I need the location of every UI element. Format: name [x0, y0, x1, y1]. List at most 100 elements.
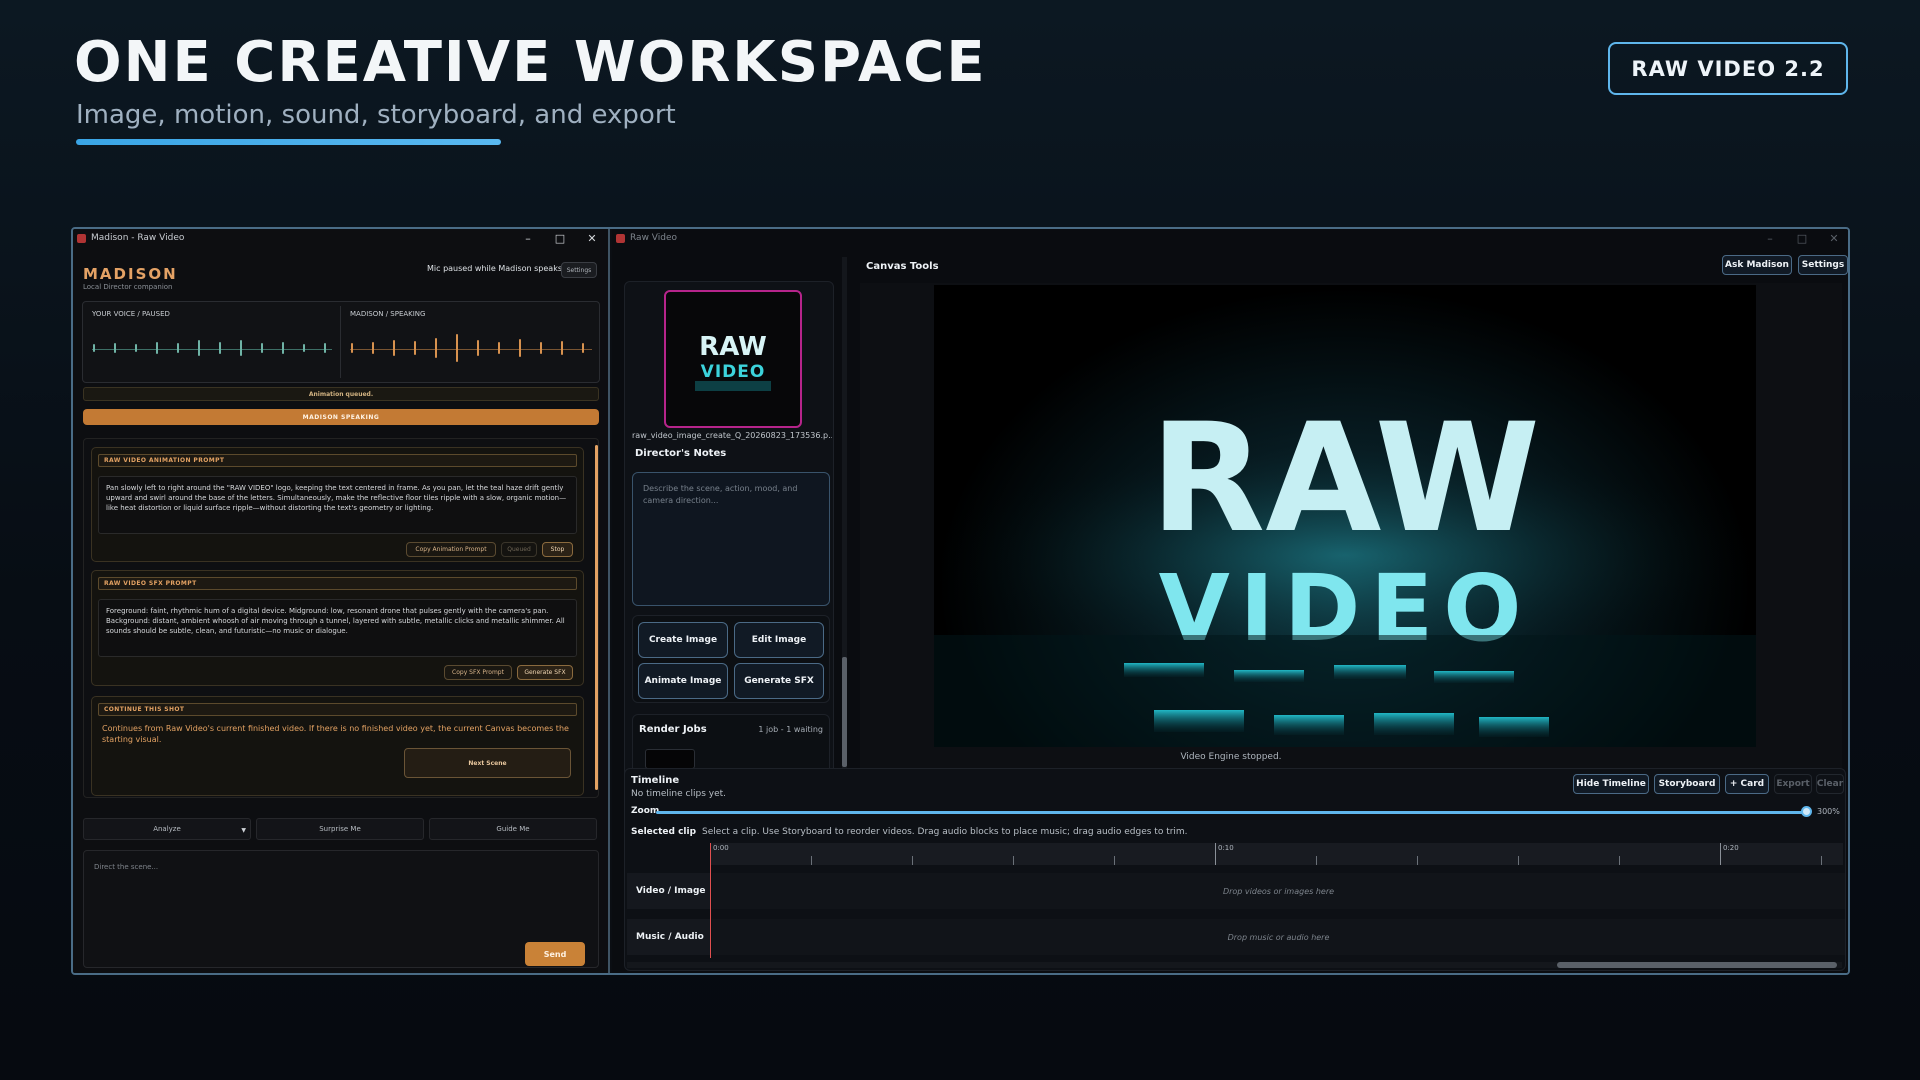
selected-clip-hint: Select a clip. Use Storyboard to reorder… — [702, 827, 1188, 837]
animation-prompt-card: RAW VIDEO ANIMATION PROMPT Pan slowly le… — [91, 447, 584, 562]
app-icon — [77, 233, 86, 243]
queued-button: Queued — [501, 542, 537, 557]
scene-panel-scrollbar[interactable] — [842, 257, 847, 804]
voice-meter-panel: YOUR VOICE / PAUSED MADISON / SPEAKING — [82, 301, 600, 383]
raw-video-logo-preview: RAW VIDEO — [934, 392, 1756, 747]
raw-video-titlebar: Raw Video – □ ✕ — [612, 229, 1848, 247]
music-audio-track: Music / Audio Drop music or audio here — [627, 919, 1845, 955]
directors-notes-label: Director's Notes — [635, 448, 727, 459]
thumbnail-logo-top: RAW — [699, 332, 767, 362]
madison-settings-button[interactable]: Settings — [561, 262, 597, 278]
audio-drop-zone[interactable]: Drop music or audio here — [712, 919, 1845, 955]
add-card-button[interactable]: + Card — [1725, 774, 1769, 794]
sfx-prompt-card: RAW VIDEO SFX PROMPT Foreground: faint, … — [91, 570, 584, 686]
title-underline — [76, 139, 501, 145]
create-image-button[interactable]: Create Image — [638, 622, 728, 658]
settings-button[interactable]: Settings — [1798, 255, 1848, 275]
video-engine-status: Video Engine stopped. — [1180, 752, 1282, 762]
raw-video-logo-thumbnail: RAW VIDEO — [695, 332, 771, 391]
timeline-panel: Timeline No timeline clips yet. Hide Tim… — [624, 768, 1846, 971]
send-button[interactable]: Send — [525, 942, 585, 966]
continue-shot-header: CONTINUE THIS SHOT — [98, 703, 577, 716]
continue-shot-description: Continues from Raw Video's current finis… — [102, 724, 569, 744]
image-tools: Create Image Edit Image Animate Image Ge… — [632, 615, 830, 703]
your-voice-waveform — [93, 328, 345, 368]
timeline-scrollbar[interactable] — [627, 962, 1842, 968]
music-audio-track-label: Music / Audio — [627, 919, 710, 955]
close-icon[interactable]: ✕ — [1818, 232, 1848, 245]
generate-sfx-button[interactable]: Generate SFX — [517, 665, 573, 680]
page-title: ONE CREATIVE WORKSPACE — [74, 30, 987, 95]
video-drop-zone[interactable]: Drop videos or images here — [712, 873, 1845, 909]
canvas-tools-label: Canvas Tools — [866, 261, 939, 272]
directors-notes-placeholder: Describe the scene, action, mood, and ca… — [643, 484, 798, 505]
thumbnail-logo-bottom: VIDEO — [701, 362, 766, 382]
animate-image-button[interactable]: Animate Image — [638, 663, 728, 699]
raw-video-window-title: Raw Video — [630, 233, 678, 243]
hide-timeline-button[interactable]: Hide Timeline — [1573, 774, 1649, 794]
zoom-slider-handle[interactable] — [1801, 806, 1812, 817]
animation-prompt-header: RAW VIDEO ANIMATION PROMPT — [98, 454, 577, 467]
workspace-screenshot: Madison - Raw Video – □ ✕ MADISON Local … — [71, 227, 1850, 975]
next-scene-button[interactable]: Next Scene — [404, 748, 571, 778]
madison-window: Madison - Raw Video – □ ✕ MADISON Local … — [73, 229, 610, 973]
minimize-icon[interactable]: – — [1754, 232, 1786, 245]
stop-button[interactable]: Stop — [542, 542, 573, 557]
zoom-slider-track[interactable] — [656, 811, 1806, 814]
canvas-filename: raw_video_image_create_Q_20260823_173536… — [632, 431, 832, 440]
madison-titlebar: Madison - Raw Video – □ ✕ — [73, 229, 608, 247]
canvas-thumbnail[interactable]: RAW VIDEO — [664, 290, 802, 428]
render-jobs-count: 1 job - 1 waiting — [758, 725, 823, 734]
selected-clip-label: Selected clip — [631, 827, 697, 837]
madison-speaking-banner: MADISON SPEAKING — [83, 409, 599, 425]
sfx-prompt-text[interactable]: Foreground: faint, rhythmic hum of a dig… — [98, 599, 577, 657]
raw-video-window: Raw Video – □ ✕ RAW VIDEO raw_video_imag… — [612, 229, 1848, 973]
madison-voice-waveform — [351, 328, 603, 368]
madison-voice-label: MADISON / SPEAKING — [350, 310, 426, 318]
canvas-preview[interactable]: RAW VIDEO — [934, 285, 1756, 747]
storyboard-button[interactable]: Storyboard — [1654, 774, 1720, 794]
animation-prompt-text[interactable]: Pan slowly left to right around the "RAW… — [98, 476, 577, 534]
playhead[interactable] — [710, 843, 711, 958]
copy-animation-prompt-button[interactable]: Copy Animation Prompt — [406, 542, 496, 557]
madison-tagline: Local Director companion — [83, 283, 173, 291]
mic-status: Mic paused while Madison speaks — [427, 264, 563, 273]
video-image-track: Video / Image Drop videos or images here — [627, 873, 1845, 909]
timeline-ruler[interactable]: 0:00 0:10 0:20 — [710, 843, 1843, 865]
zoom-value: 300% — [1817, 807, 1840, 816]
guide-me-button[interactable]: Guide Me — [429, 818, 597, 840]
tick-label: 0:10 — [1218, 844, 1234, 852]
analyze-label: Analyze — [153, 825, 181, 833]
render-jobs-label: Render Jobs — [639, 724, 707, 735]
maximize-icon[interactable]: □ — [1786, 232, 1818, 245]
video-image-track-label: Video / Image — [627, 873, 710, 909]
maximize-icon[interactable]: □ — [544, 232, 576, 245]
madison-window-title: Madison - Raw Video — [91, 233, 185, 243]
close-icon[interactable]: ✕ — [576, 232, 608, 245]
madison-brand: MADISON — [83, 265, 178, 283]
scene-panel: RAW VIDEO raw_video_image_create_Q_20260… — [624, 281, 834, 806]
directors-notes-input[interactable]: Describe the scene, action, mood, and ca… — [632, 472, 830, 606]
page-subtitle: Image, motion, sound, storyboard, and ex… — [76, 100, 676, 130]
minimize-icon[interactable]: – — [512, 232, 544, 245]
version-badge: RAW VIDEO 2.2 — [1608, 42, 1848, 95]
timeline-empty-message: No timeline clips yet. — [631, 789, 727, 799]
generate-sfx-tool-button[interactable]: Generate SFX — [734, 663, 824, 699]
surprise-me-button[interactable]: Surprise Me — [256, 818, 424, 840]
ask-madison-button[interactable]: Ask Madison — [1722, 255, 1792, 275]
clear-button[interactable]: Clear — [1816, 774, 1844, 794]
zoom-label: Zoom — [631, 806, 660, 816]
app-icon — [616, 233, 625, 243]
tick-label: 0:20 — [1723, 844, 1739, 852]
analyze-dropdown[interactable]: Analyze ▼ — [83, 818, 251, 840]
animation-queued-status: Animation queued. — [83, 387, 599, 401]
selected-clip-info: Selected clip Select a clip. Use Storyboa… — [631, 827, 1188, 837]
prompt-scrollbar[interactable] — [595, 445, 598, 790]
copy-sfx-prompt-button[interactable]: Copy SFX Prompt — [444, 665, 512, 680]
tick-label: 0:00 — [713, 844, 729, 852]
export-button[interactable]: Export — [1774, 774, 1812, 794]
sfx-prompt-header: RAW VIDEO SFX PROMPT — [98, 577, 577, 590]
direct-scene-input[interactable]: Direct the scene... — [83, 850, 599, 968]
edit-image-button[interactable]: Edit Image — [734, 622, 824, 658]
timeline-title: Timeline — [631, 775, 680, 786]
